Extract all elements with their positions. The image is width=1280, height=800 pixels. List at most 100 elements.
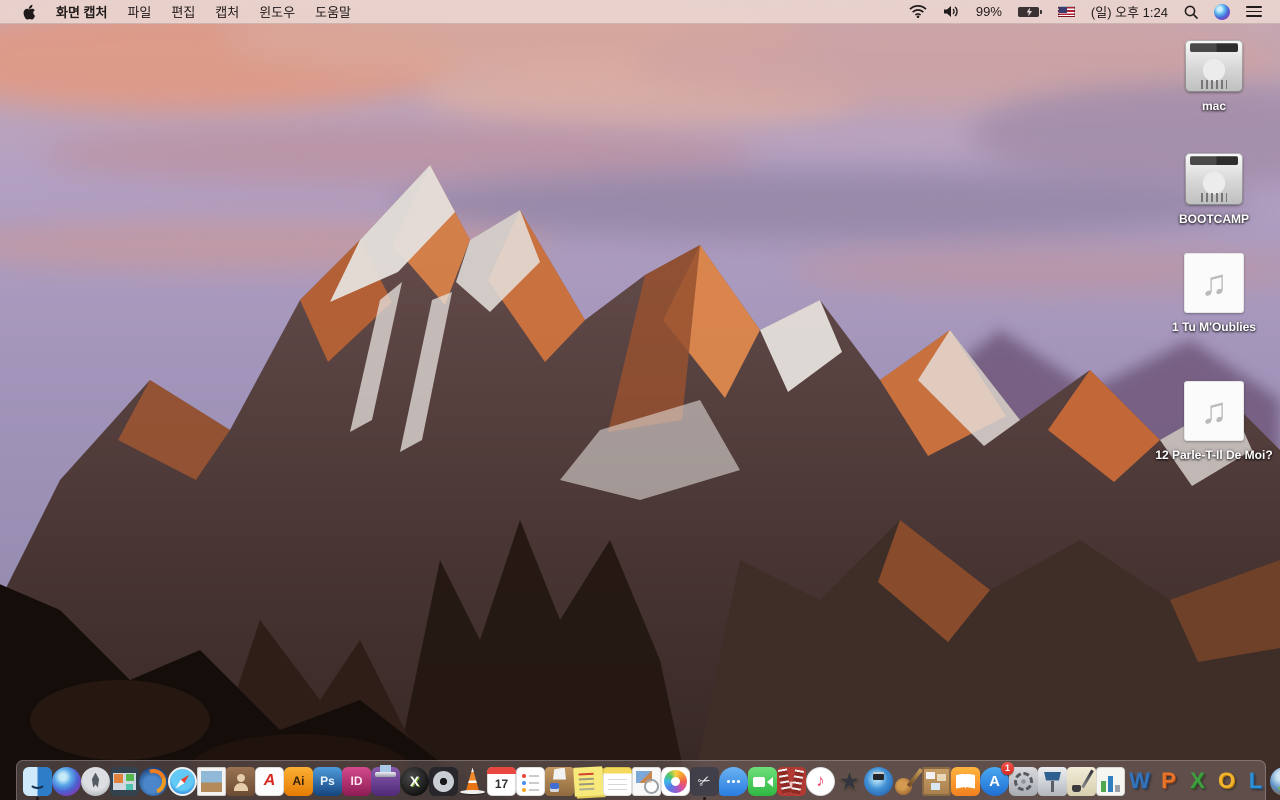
menu-window[interactable]: 윈도우 (249, 0, 305, 23)
dock-item-grab[interactable]: ✂ (690, 762, 719, 800)
dock-item-quark[interactable]: X (400, 762, 429, 796)
pages-inkwell-icon[interactable] (1067, 766, 1096, 796)
idvd-disc-icon[interactable] (864, 766, 893, 796)
dock-item-excel[interactable]: X (1183, 762, 1212, 796)
dock-item-downloader[interactable] (1270, 762, 1280, 796)
ms-lync-icon[interactable]: L (1241, 767, 1270, 796)
ms-excel-icon[interactable]: X (1183, 767, 1212, 796)
dock-item-indesign[interactable]: ID (342, 762, 371, 796)
desktop-icon-bootcamp[interactable]: BOOTCAMP (1154, 153, 1274, 226)
ibooks-icon[interactable] (951, 766, 980, 796)
dock-item-illustrator[interactable]: Ai (284, 762, 313, 796)
dock-item-firefox[interactable] (139, 762, 168, 796)
dock-item-photobooth[interactable] (777, 762, 806, 796)
stickies-notes-icon[interactable] (573, 765, 604, 797)
dock-item-collage[interactable] (922, 762, 951, 796)
finder-icon[interactable] (23, 766, 52, 796)
download-globe-icon[interactable] (1270, 766, 1280, 796)
dock-item-siri[interactable] (52, 762, 81, 796)
dock-item-facetime[interactable] (748, 762, 777, 796)
mail-stamp-icon[interactable] (197, 766, 226, 796)
grab-scissors-icon[interactable]: ✂ (690, 766, 719, 796)
menu-file[interactable]: 파일 (117, 0, 161, 23)
imovie-star-icon[interactable]: ★ (835, 766, 864, 796)
hard-drive-icon[interactable] (1185, 40, 1243, 92)
dock-item-mail[interactable] (197, 762, 226, 796)
reminders-list-icon[interactable] (516, 766, 545, 796)
dock-item-toast[interactable] (371, 762, 400, 796)
dock-item-notes[interactable] (603, 762, 632, 796)
photos-flower-icon[interactable] (661, 766, 690, 796)
disk-utility-icon[interactable] (429, 766, 458, 796)
dock-item-keynote[interactable] (1038, 762, 1067, 796)
dock-item-photoshop[interactable]: Ps (313, 762, 342, 796)
vlc-cone-icon[interactable] (458, 767, 487, 796)
dock-item-disktool[interactable] (429, 762, 458, 796)
siri-icon[interactable] (1206, 0, 1238, 23)
dock-item-messages[interactable] (719, 762, 748, 796)
desktop-icon-mac[interactable]: mac (1154, 40, 1274, 113)
dock-item-ibooks[interactable] (951, 762, 980, 796)
toast-burner-icon[interactable] (371, 764, 400, 796)
ms-outlook-icon[interactable]: O (1212, 767, 1241, 796)
clock[interactable]: (일) 오후 1:24 (1083, 0, 1176, 23)
dock-item-acrobat[interactable]: A (255, 762, 284, 796)
dock-item-safari[interactable] (168, 762, 197, 796)
hard-drive-icon[interactable] (1185, 153, 1243, 205)
ms-word-icon[interactable]: W (1125, 767, 1154, 796)
dock-item-contacts[interactable] (226, 762, 255, 796)
facetime-camera-icon[interactable] (748, 766, 777, 796)
keynote-podium-icon[interactable] (1038, 766, 1067, 796)
mission-control-icon[interactable] (110, 766, 139, 796)
notification-center-icon[interactable] (1238, 0, 1270, 23)
desktop-icon-song2[interactable]: ♫ 12 Parle-T-Il De Moi? (1154, 381, 1274, 462)
corkboard-collage-icon[interactable] (922, 766, 951, 796)
dock-item-stuffit[interactable] (545, 762, 574, 796)
audio-file-icon[interactable]: ♫ (1184, 381, 1244, 441)
ms-powerpoint-icon[interactable]: P (1154, 767, 1183, 796)
adobe-photoshop-icon[interactable]: Ps (313, 766, 342, 796)
dock-item-pages[interactable] (1067, 762, 1096, 796)
numbers-chart-icon[interactable] (1096, 766, 1125, 796)
wifi-icon[interactable] (901, 0, 935, 23)
menu-app-name[interactable]: 화면 캡처 (46, 0, 117, 23)
dock-item-lync[interactable]: L (1241, 762, 1270, 796)
dock-item-itunes[interactable]: ♪ (806, 762, 835, 796)
preview-loupe-icon[interactable] (632, 766, 661, 796)
siri-icon[interactable] (52, 766, 81, 796)
dock-item-calendar[interactable]: 17 (487, 762, 516, 796)
menu-edit[interactable]: 편집 (161, 0, 205, 23)
dock-item-launchpad[interactable] (81, 762, 110, 796)
garageband-guitar-icon[interactable] (893, 767, 922, 796)
battery-charging-icon[interactable] (1010, 0, 1050, 23)
dock-item-appstore[interactable]: A1 (980, 761, 1014, 796)
spotlight-search-icon[interactable] (1176, 0, 1206, 23)
dock-item-vlc[interactable] (458, 762, 487, 796)
launchpad-rocket-icon[interactable] (81, 766, 110, 796)
dock-item-photos[interactable] (661, 762, 690, 796)
dock-item-stickies[interactable] (573, 762, 604, 797)
dock-item-preview[interactable] (632, 762, 661, 796)
desktop-icon-song1[interactable]: ♫ 1 Tu M'Oublies (1154, 253, 1274, 334)
acrobat-reader-icon[interactable]: A (255, 766, 284, 796)
quarkxpress-icon[interactable]: X (400, 766, 429, 796)
adobe-illustrator-icon[interactable]: Ai (284, 766, 313, 796)
app-store-icon[interactable]: A1 (980, 761, 1014, 796)
adobe-indesign-icon[interactable]: ID (342, 766, 371, 796)
dock-item-outlook[interactable]: O (1212, 762, 1241, 796)
messages-bubble-icon[interactable] (719, 766, 748, 796)
stuffit-expander-icon[interactable] (545, 766, 574, 796)
firefox-icon[interactable] (139, 766, 168, 796)
apple-menu[interactable] (12, 0, 46, 23)
dock-item-garageband[interactable] (893, 762, 922, 796)
input-source-us-flag-icon[interactable] (1050, 0, 1083, 23)
safari-compass-icon[interactable] (168, 766, 197, 796)
dock-item-imovie[interactable]: ★ (835, 762, 864, 796)
volume-icon[interactable] (935, 0, 968, 23)
dock-item-finder[interactable] (23, 762, 52, 800)
calendar-icon[interactable]: 17 (487, 766, 516, 796)
dock-item-reminders[interactable] (516, 762, 545, 796)
menu-help[interactable]: 도움말 (305, 0, 361, 23)
dock-item-powerpoint[interactable]: P (1154, 762, 1183, 796)
dock-item-missionctl[interactable] (110, 762, 139, 796)
